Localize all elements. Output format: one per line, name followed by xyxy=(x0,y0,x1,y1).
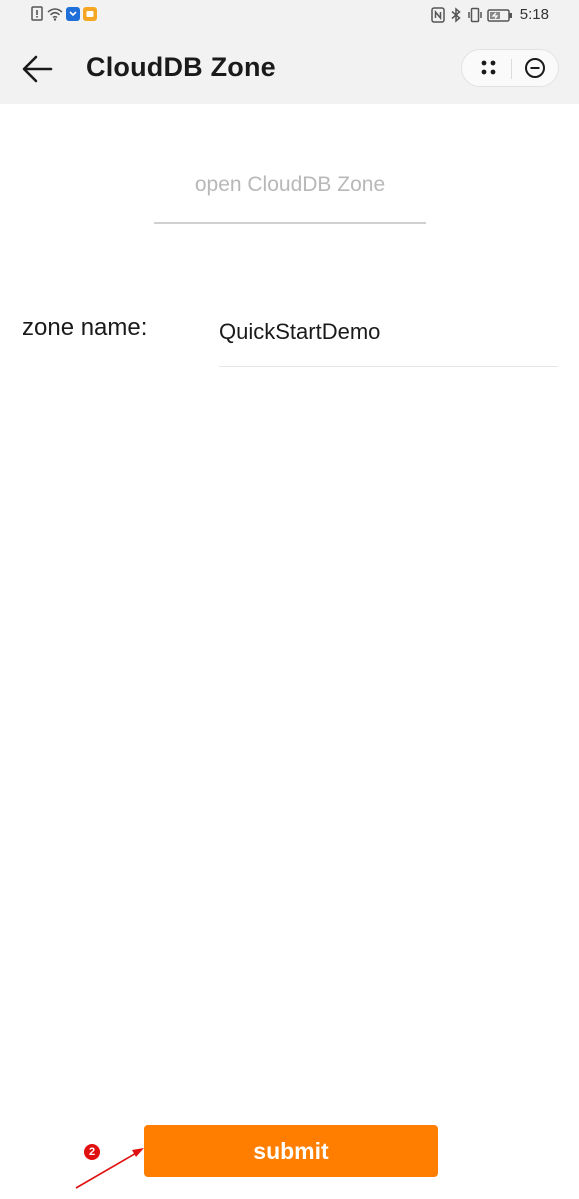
status-left-icons xyxy=(30,6,97,22)
app-badge-icon xyxy=(66,7,80,21)
notification-icon xyxy=(83,7,97,21)
vibrate-icon xyxy=(468,7,482,22)
capsule-divider xyxy=(511,59,512,79)
app-header: CloudDB Zone xyxy=(0,32,579,104)
open-clouddb-zone-label: open CloudDB Zone xyxy=(194,173,386,196)
annotation-arrow-icon xyxy=(75,1148,144,1189)
alert-icon xyxy=(31,6,43,21)
wifi-icon xyxy=(47,8,63,21)
battery-icon xyxy=(487,8,512,22)
nfc-icon xyxy=(431,6,445,23)
status-time: 5:18 xyxy=(519,6,549,23)
zone-name-input[interactable] xyxy=(219,310,558,367)
open-clouddb-zone-button[interactable]: open CloudDB Zone xyxy=(154,162,426,224)
submit-button[interactable]: submit xyxy=(144,1125,438,1177)
more-dots-icon xyxy=(481,60,496,75)
status-right-icons: 5:18 xyxy=(431,6,549,23)
zone-name-label: zone name: xyxy=(22,314,148,341)
bluetooth-icon xyxy=(451,6,461,23)
minimize-button[interactable] xyxy=(519,53,551,83)
arrow-left-icon xyxy=(22,55,53,83)
mini-program-capsule xyxy=(461,49,559,87)
minus-circle-icon xyxy=(525,58,545,78)
menu-button[interactable] xyxy=(472,53,504,83)
page-title: CloudDB Zone xyxy=(86,52,276,82)
status-bar: 5:18 xyxy=(0,0,579,32)
back-button[interactable] xyxy=(20,52,56,86)
